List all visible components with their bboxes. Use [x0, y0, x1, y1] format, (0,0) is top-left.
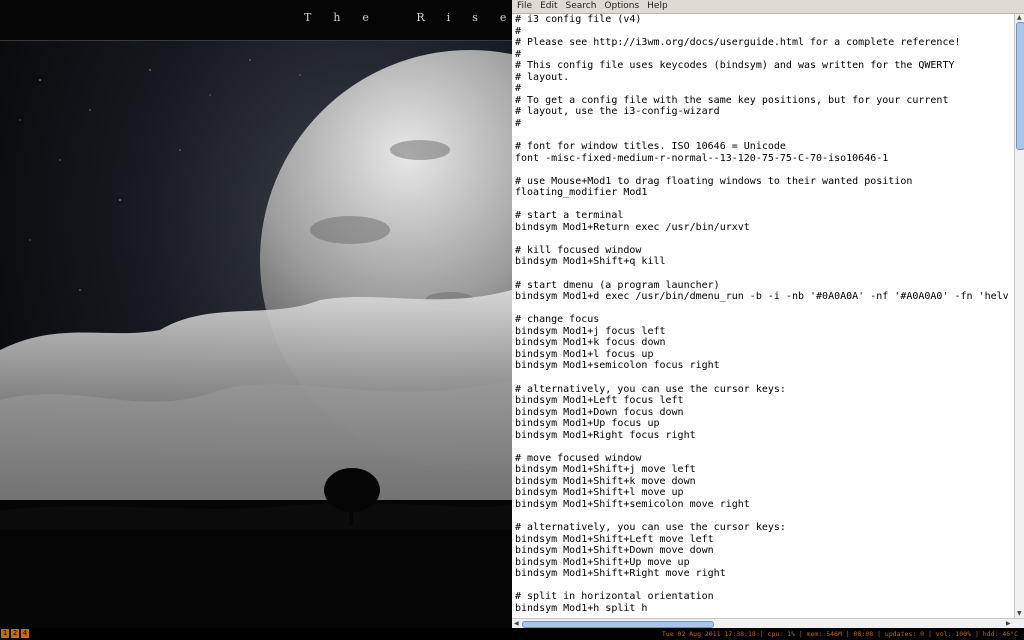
editor-line[interactable]: [515, 129, 1014, 141]
editor-line[interactable]: [515, 233, 1014, 245]
editor-line[interactable]: # change focus: [515, 314, 1014, 326]
editor-line[interactable]: # alternatively, you can use the cursor …: [515, 384, 1014, 396]
editor-line[interactable]: bindsym Mod1+Shift+Up move up: [515, 557, 1014, 569]
editor-line[interactable]: # font for window titles. ISO 10646 = Un…: [515, 141, 1014, 153]
config-text[interactable]: # i3 config file (v4) # # Please see http:…: [512, 14, 1014, 614]
editor-line[interactable]: floating_modifier Mod1: [515, 187, 1014, 199]
wallpaper-title-bar: The Rise O: [0, 0, 512, 41]
editor-line[interactable]: [515, 199, 1014, 211]
scroll-left-arrow-icon[interactable]: ◀: [514, 620, 519, 628]
horizontal-scroll-thumb[interactable]: [522, 621, 714, 628]
editor-line[interactable]: # split in horizontal orientation: [515, 591, 1014, 603]
editor-line[interactable]: # layout, use the i3-config-wizard: [515, 106, 1014, 118]
editor-line[interactable]: bindsym Mod1+Shift+l move up: [515, 487, 1014, 499]
editor-line[interactable]: bindsym Mod1+k focus down: [515, 337, 1014, 349]
menu-edit[interactable]: Edit: [536, 0, 561, 13]
editor-line[interactable]: #: [515, 118, 1014, 130]
status-info: Tue 02 Aug 2011 17:38:18 | cpu: 1% | mem…: [661, 630, 1018, 638]
text-editor-window[interactable]: File Edit Search Options Help # i3 confi…: [512, 0, 1024, 629]
editor-line[interactable]: bindsym Mod1+Down focus down: [515, 407, 1014, 419]
editor-line[interactable]: bindsym Mod1+Shift+Down move down: [515, 545, 1014, 557]
editor-line[interactable]: bindsym Mod1+Shift+semicolon move right: [515, 499, 1014, 511]
editor-line[interactable]: [515, 441, 1014, 453]
editor-line[interactable]: bindsym Mod1+Shift+k move down: [515, 476, 1014, 488]
editor-line[interactable]: [515, 372, 1014, 384]
editor-line[interactable]: [515, 164, 1014, 176]
scroll-up-arrow-icon[interactable]: ▲: [1017, 14, 1022, 22]
editor-line[interactable]: # layout.: [515, 72, 1014, 84]
menu-help[interactable]: Help: [643, 0, 672, 13]
editor-line[interactable]: # start dmenu (a program launcher): [515, 280, 1014, 292]
editor-line[interactable]: # To get a config file with the same key…: [515, 95, 1014, 107]
editor-line[interactable]: bindsym Mod1+j focus left: [515, 326, 1014, 338]
editor-line[interactable]: bindsym Mod1+Shift+Left move left: [515, 534, 1014, 546]
editor-line[interactable]: #: [515, 26, 1014, 38]
editor-line[interactable]: # Please see http://i3wm.org/docs/usergu…: [515, 37, 1014, 49]
desktop-wallpaper: The Rise O: [0, 0, 512, 628]
text-area[interactable]: # i3 config file (v4) # # Please see http:…: [512, 14, 1014, 618]
scroll-right-arrow-icon[interactable]: ▶: [1006, 620, 1011, 628]
editor-line[interactable]: bindsym Mod1+Up focus up: [515, 418, 1014, 430]
workspace-2-button[interactable]: 2: [11, 629, 19, 638]
editor-line[interactable]: bindsym Mod1+semicolon focus right: [515, 360, 1014, 372]
wallpaper-title: The Rise O: [304, 11, 512, 24]
workspace-4-button[interactable]: 4: [21, 629, 29, 638]
wallpaper-art: [0, 40, 512, 628]
editor-line[interactable]: [515, 580, 1014, 592]
editor-line[interactable]: bindsym Mod1+Shift+q kill: [515, 256, 1014, 268]
editor-line[interactable]: # i3 config file (v4): [515, 14, 1014, 26]
editor-line[interactable]: # move focused window: [515, 453, 1014, 465]
editor-line[interactable]: # kill focused window: [515, 245, 1014, 257]
menu-bar: File Edit Search Options Help: [512, 0, 1024, 14]
vertical-scroll-thumb[interactable]: [1016, 22, 1024, 150]
menu-options[interactable]: Options: [600, 0, 643, 13]
editor-line[interactable]: bindsym Mod1+h split h: [515, 603, 1014, 615]
editor-line[interactable]: bindsym Mod1+Left focus left: [515, 395, 1014, 407]
editor-line[interactable]: font -misc-fixed-medium-r-normal--13-120…: [515, 153, 1014, 165]
editor-line[interactable]: bindsym Mod1+Right focus right: [515, 430, 1014, 442]
editor-line[interactable]: # This config file uses keycodes (bindsy…: [515, 60, 1014, 72]
editor-line[interactable]: bindsym Mod1+Shift+Right move right: [515, 568, 1014, 580]
editor-line[interactable]: #: [515, 49, 1014, 61]
editor-line[interactable]: bindsym Mod1+Return exec /usr/bin/urxvt: [515, 222, 1014, 234]
editor-line[interactable]: #: [515, 83, 1014, 95]
editor-line[interactable]: # alternatively, you can use the cursor …: [515, 522, 1014, 534]
editor-line[interactable]: [515, 303, 1014, 315]
editor-line[interactable]: bindsym Mod1+l focus up: [515, 349, 1014, 361]
scroll-down-arrow-icon[interactable]: ▼: [1017, 610, 1022, 618]
menu-search[interactable]: Search: [562, 0, 601, 13]
editor-line[interactable]: [515, 268, 1014, 280]
editor-line[interactable]: bindsym Mod1+d exec /usr/bin/dmenu_run -…: [515, 291, 1014, 303]
editor-line[interactable]: [515, 511, 1014, 523]
i3-status-bar: 1 2 4 Tue 02 Aug 2011 17:38:18 | cpu: 1%…: [0, 628, 1024, 640]
editor-line[interactable]: # start a terminal: [515, 210, 1014, 222]
vertical-scrollbar[interactable]: ▲ ▼: [1014, 14, 1024, 618]
menu-file[interactable]: File: [512, 0, 536, 13]
editor-line[interactable]: bindsym Mod1+Shift+j move left: [515, 464, 1014, 476]
workspace-1-button[interactable]: 1: [1, 629, 9, 638]
editor-line[interactable]: # use Mouse+Mod1 to drag floating window…: [515, 176, 1014, 188]
